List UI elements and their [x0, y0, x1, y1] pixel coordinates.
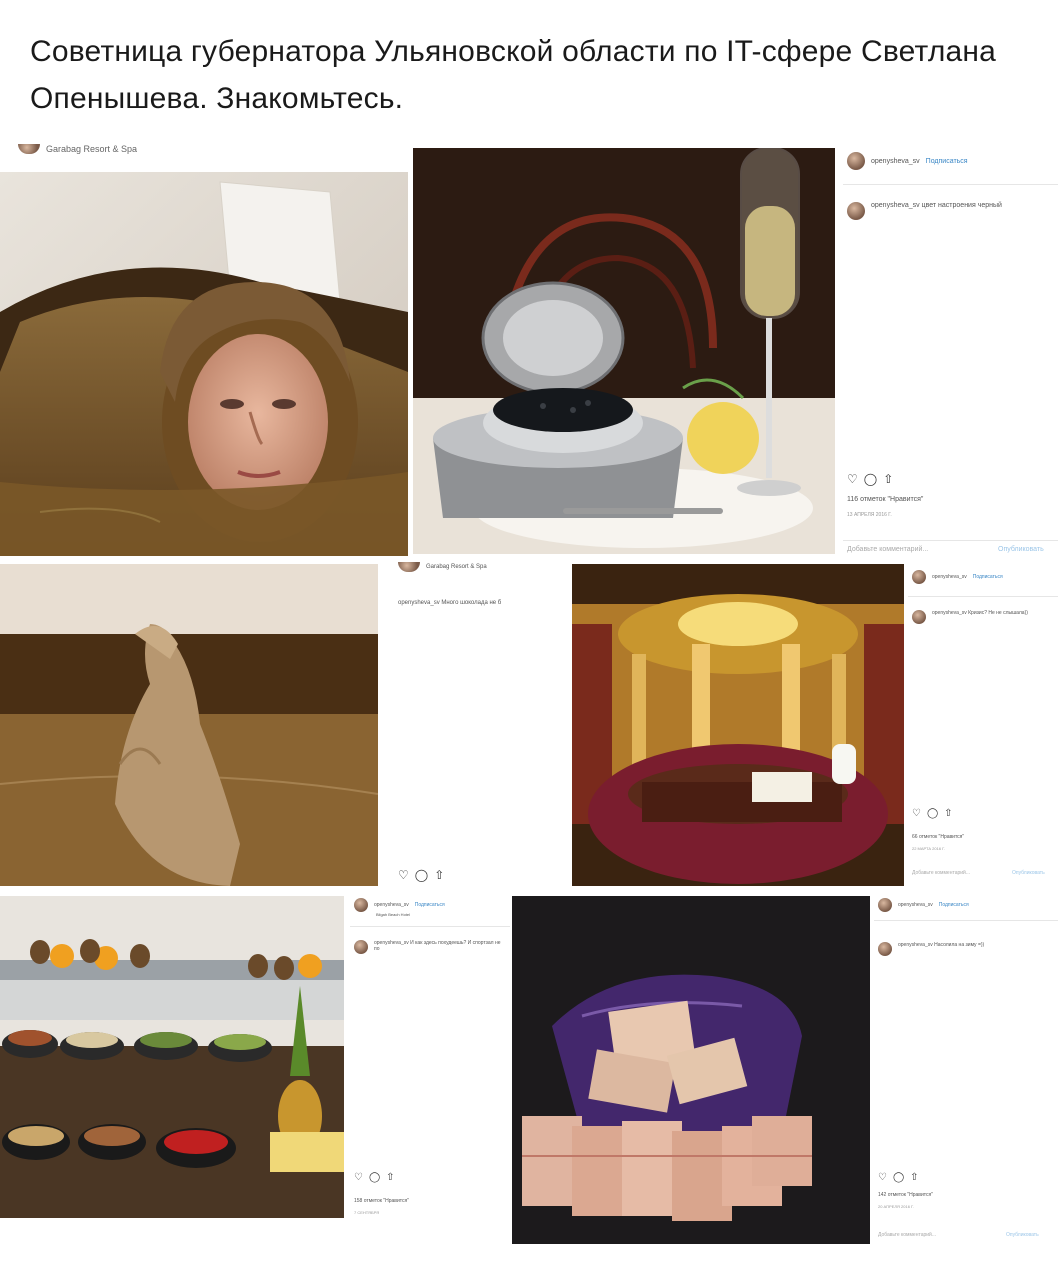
comment-icon[interactable]: ◯	[927, 808, 938, 819]
post-3: Garabag Resort & Spa openysheva_sv Много…	[0, 560, 570, 888]
post-3-caption: openysheva_sv Много шоколада не б	[398, 600, 502, 606]
post-2-user[interactable]: openysheva_sv	[871, 158, 920, 165]
post-2-actions: ♡ ◯ ⇧	[847, 472, 893, 486]
heart-icon[interactable]: ♡	[878, 1172, 887, 1183]
post-2-follow[interactable]: Подписаться	[926, 158, 968, 165]
post-5-caption-row: openysheva_sv И как здесь похудеешь? И с…	[354, 940, 504, 954]
post-3-actions: ♡ ◯ ⇧	[398, 868, 444, 882]
post-6: openysheva_sv Подписаться openysheva_sv …	[512, 892, 1058, 1248]
post-1-header: Garabag Resort & Spa	[18, 144, 137, 154]
comment-icon[interactable]: ◯	[369, 1172, 380, 1183]
post-6-likes: 142 отметок "Нравится"	[878, 1192, 933, 1198]
avatar	[847, 202, 865, 220]
post-2-date: 13 АПРЕЛЯ 2016 Г.	[847, 512, 892, 518]
post-6-actions: ♡ ◯ ⇧	[878, 1172, 919, 1183]
post-5-likes: 158 отметок "Нравится"	[354, 1198, 409, 1204]
post-5-actions: ♡ ◯ ⇧	[354, 1172, 395, 1183]
post-5-location[interactable]: Bilgah Beach Hotel	[376, 912, 410, 917]
post-6-photo	[512, 896, 870, 1244]
post-4-publish[interactable]: Опубликовать	[1012, 870, 1045, 876]
avatar	[878, 898, 892, 912]
comment-icon[interactable]: ◯	[893, 1172, 904, 1183]
post-4-follow[interactable]: Подписаться	[973, 574, 1003, 580]
avatar	[847, 152, 865, 170]
share-icon[interactable]: ⇧	[434, 868, 444, 882]
avatar	[354, 898, 368, 912]
post-5-photo	[0, 896, 344, 1218]
post-5-caption: openysheva_sv И как здесь похудеешь? И с…	[374, 940, 501, 952]
divider	[908, 596, 1058, 597]
post-1: Garabag Resort & Spa	[0, 140, 408, 556]
post-4: openysheva_sv Подписаться openysheva_sv …	[572, 562, 1058, 888]
divider	[843, 184, 1058, 185]
post-3-photo	[0, 564, 378, 886]
post-4-header: openysheva_sv Подписаться	[912, 570, 1003, 584]
comment-icon[interactable]: ◯	[864, 472, 877, 486]
post-6-date: 20 АПРЕЛЯ 2016 Г.	[878, 1204, 914, 1209]
avatar	[912, 570, 926, 584]
post-5-date: 7 СЕНТЯБРЯ	[354, 1210, 380, 1215]
post-1-photo	[0, 172, 408, 556]
headline: Советница губернатора Ульяновской област…	[30, 35, 997, 115]
post-2-publish[interactable]: Опубликовать	[998, 546, 1044, 553]
divider	[350, 926, 510, 927]
avatar	[398, 562, 420, 572]
post-6-caption: openysheva_sv Насолила на зиму =))	[898, 942, 985, 948]
divider	[843, 540, 1058, 541]
divider	[874, 920, 1058, 921]
post-2-caption-row: openysheva_sv цвет настроения черный	[847, 202, 1041, 220]
post-2-add-comment[interactable]: Добавьте комментарий...	[847, 546, 928, 553]
post-6-add-comment[interactable]: Добавьте комментарий...	[878, 1232, 936, 1238]
post-2-photo	[413, 148, 835, 554]
avatar	[912, 610, 926, 624]
heart-icon[interactable]: ♡	[398, 868, 409, 882]
top-bar	[0, 0, 1058, 22]
post-3-header: Garabag Resort & Spa	[398, 562, 487, 572]
post-1-location: Garabag Resort & Spa	[46, 144, 138, 154]
post-4-date: 22 МАРТА 2016 Г.	[912, 846, 945, 851]
post-6-caption-row: openysheva_sv Насолила на зиму =))	[878, 942, 984, 956]
post-5-user[interactable]: openysheva_sv	[374, 902, 409, 908]
post-4-user[interactable]: openysheva_sv	[932, 574, 967, 580]
share-icon[interactable]: ⇧	[910, 1172, 918, 1183]
post-6-header: openysheva_sv Подписаться	[878, 898, 969, 912]
post-2-caption: openysheva_sv цвет настроения черный	[871, 202, 1002, 209]
avatar	[354, 940, 368, 954]
share-icon[interactable]: ⇧	[386, 1172, 394, 1183]
post-5: openysheva_sv Подписаться Bilgah Beach H…	[0, 892, 512, 1248]
post-4-add-comment[interactable]: Добавьте комментарий...	[912, 870, 970, 876]
post-5-header: openysheva_sv Подписаться	[354, 898, 445, 912]
post-4-likes: 66 отметок "Нравится"	[912, 834, 965, 840]
post-6-follow[interactable]: Подписаться	[939, 902, 969, 908]
avatar	[18, 144, 40, 154]
post-4-actions: ♡ ◯ ⇧	[912, 808, 953, 819]
share-icon[interactable]: ⇧	[883, 472, 893, 486]
post-2-likes: 116 отметок "Нравится"	[847, 496, 924, 503]
post-4-photo	[572, 564, 904, 886]
share-icon[interactable]: ⇧	[944, 808, 952, 819]
post-6-user[interactable]: openysheva_sv	[898, 902, 933, 908]
post-2: openysheva_sv Подписаться openysheva_sv …	[413, 148, 1058, 558]
heart-icon[interactable]: ♡	[912, 808, 921, 819]
post-2-header: openysheva_sv Подписаться	[847, 152, 968, 170]
post-4-caption-row: openysheva_sv Кризис? Не не слышала))	[912, 610, 1052, 624]
avatar	[878, 942, 892, 956]
post-4-caption: openysheva_sv Кризис? Не не слышала))	[932, 610, 1028, 616]
heart-icon[interactable]: ♡	[847, 472, 858, 486]
heart-icon[interactable]: ♡	[354, 1172, 363, 1183]
post-6-publish[interactable]: Опубликовать	[1006, 1232, 1039, 1238]
post-3-location[interactable]: Garabag Resort & Spa	[426, 564, 487, 570]
post-5-follow[interactable]: Подписаться	[415, 902, 445, 908]
comment-icon[interactable]: ◯	[415, 868, 428, 882]
